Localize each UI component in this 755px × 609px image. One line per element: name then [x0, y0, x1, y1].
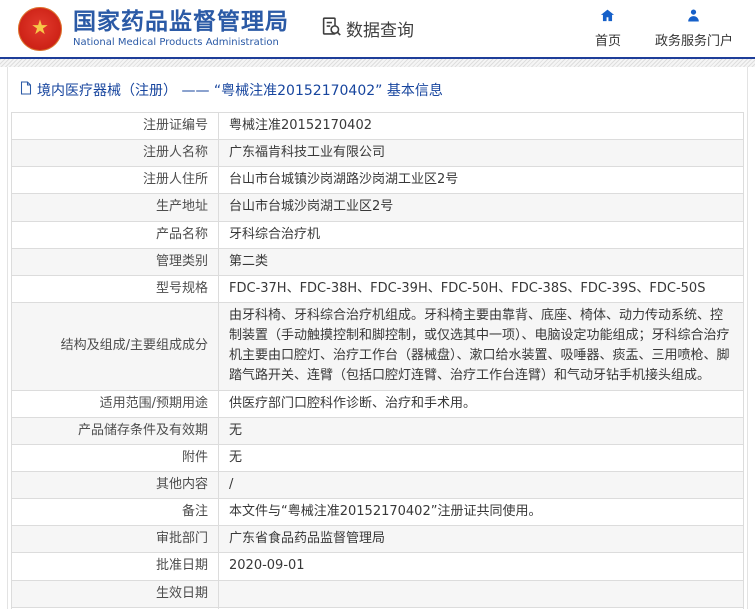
agency-subtitle: National Medical Products Administration [73, 36, 279, 48]
nav-item-home[interactable]: 首页 [595, 8, 621, 49]
content-card: 境内医疗器械（注册） —— “粤械注准20152170402” 基本信息 注册证… [7, 67, 748, 609]
row-value [218, 579, 744, 608]
row-value: FDC-37H、FDC-38H、FDC-39H、FDC-50H、FDC-38S、… [218, 274, 744, 303]
row-label: 附件 [11, 443, 219, 472]
registration-info-table: 注册证编号 粤械注准20152170402 注册人名称 广东福肯科技工业有限公司… [11, 111, 744, 609]
table-row: 生产地址 台山市台城沙岗湖工业区2号 [11, 193, 744, 222]
row-value: 台山市台城镇沙岗湖路沙岗湖工业区2号 [218, 166, 744, 195]
table-row: 备注 本文件与“粤械注准20152170402”注册证共同使用。 [11, 498, 744, 527]
row-value: 广东省食品药品监督管理局 [218, 525, 744, 554]
row-value: 粤械注准20152170402 [218, 111, 744, 141]
nav-item-label: 政务服务门户 [654, 34, 733, 49]
home-icon [600, 8, 615, 27]
row-value: 2020-09-01 [218, 552, 744, 581]
table-row: 注册证编号 粤械注准20152170402 [11, 111, 744, 141]
row-label: 注册证编号 [11, 111, 219, 141]
row-value: 广东福肯科技工业有限公司 [218, 139, 744, 168]
table-row: 结构及组成/主要组成成分 由牙科椅、牙科综合治疗机组成。牙科椅主要由靠背、底座、… [11, 301, 744, 391]
header-nav: 首页 政务服务门户 [595, 8, 733, 49]
row-value: / [218, 470, 744, 500]
table-row: 产品储存条件及有效期 无 [11, 416, 744, 445]
data-query-button[interactable]: 数据查询 [321, 16, 414, 41]
nav-item-label: 首页 [594, 34, 621, 49]
national-emblem-logo: ★ [18, 6, 62, 51]
row-label: 生产地址 [11, 193, 219, 222]
row-label: 管理类别 [11, 247, 219, 276]
agency-title-block: 国家药品监督管理局 National Medical Products Admi… [73, 9, 289, 47]
user-icon [686, 8, 701, 27]
table-row: 审批部门 广东省食品药品监督管理局 [11, 525, 744, 554]
document-icon [20, 81, 32, 99]
row-label: 型号规格 [11, 274, 219, 303]
row-label: 产品名称 [11, 220, 219, 249]
row-value: 台山市台城沙岗湖工业区2号 [218, 193, 744, 222]
table-row: 产品名称 牙科综合治疗机 [11, 220, 744, 249]
data-query-label: 数据查询 [346, 21, 414, 41]
table-row: 适用范围/预期用途 供医疗部门口腔科作诊断、治疗和手术用。 [11, 389, 744, 418]
row-value: 本文件与“粤械注准20152170402”注册证共同使用。 [218, 498, 744, 527]
table-row: 批准日期 2020-09-01 [11, 552, 744, 581]
row-label: 结构及组成/主要组成成分 [11, 301, 219, 391]
row-value: 无 [218, 416, 744, 445]
row-label: 注册人住所 [11, 166, 219, 195]
table-row: 管理类别 第二类 [11, 247, 744, 276]
row-label: 备注 [11, 498, 219, 527]
agency-title: 国家药品监督管理局 [73, 9, 289, 36]
header: ★ 国家药品监督管理局 National Medical Products Ad… [0, 0, 755, 57]
nav-item-gov-portal[interactable]: 政务服务门户 [655, 8, 733, 49]
table-row: 附件 无 [11, 443, 744, 472]
row-value: 无 [218, 443, 744, 472]
row-label: 产品储存条件及有效期 [11, 416, 219, 445]
row-value: 第二类 [218, 247, 744, 276]
row-label: 审批部门 [11, 525, 219, 554]
row-label: 其他内容 [11, 470, 219, 500]
row-label: 适用范围/预期用途 [11, 389, 219, 418]
row-value: 供医疗部门口腔科作诊断、治疗和手术用。 [218, 389, 744, 418]
breadcrumb-text: 境内医疗器械（注册） —— “粤械注准20152170402” 基本信息 [37, 83, 443, 99]
table-row: 注册人名称 广东福肯科技工业有限公司 [11, 139, 744, 168]
breadcrumb: 境内医疗器械（注册） —— “粤械注准20152170402” 基本信息 [8, 67, 747, 112]
row-label: 生效日期 [11, 579, 219, 608]
data-query-icon [321, 16, 342, 41]
emblem-star-icon: ★ [31, 15, 49, 39]
row-value: 牙科综合治疗机 [218, 220, 744, 249]
info-table-body: 注册证编号 粤械注准20152170402 注册人名称 广东福肯科技工业有限公司… [11, 111, 744, 609]
table-row: 型号规格 FDC-37H、FDC-38H、FDC-39H、FDC-50H、FDC… [11, 274, 744, 303]
row-value: 由牙科椅、牙科综合治疗机组成。牙科椅主要由靠背、底座、椅体、动力传动系统、控制装… [218, 301, 744, 391]
hatch-strip [0, 59, 755, 67]
row-label: 批准日期 [11, 552, 219, 581]
row-label: 注册人名称 [11, 139, 219, 168]
table-row: 生效日期 [11, 579, 744, 608]
table-row: 其他内容 / [11, 470, 744, 500]
table-row: 注册人住所 台山市台城镇沙岗湖路沙岗湖工业区2号 [11, 166, 744, 195]
